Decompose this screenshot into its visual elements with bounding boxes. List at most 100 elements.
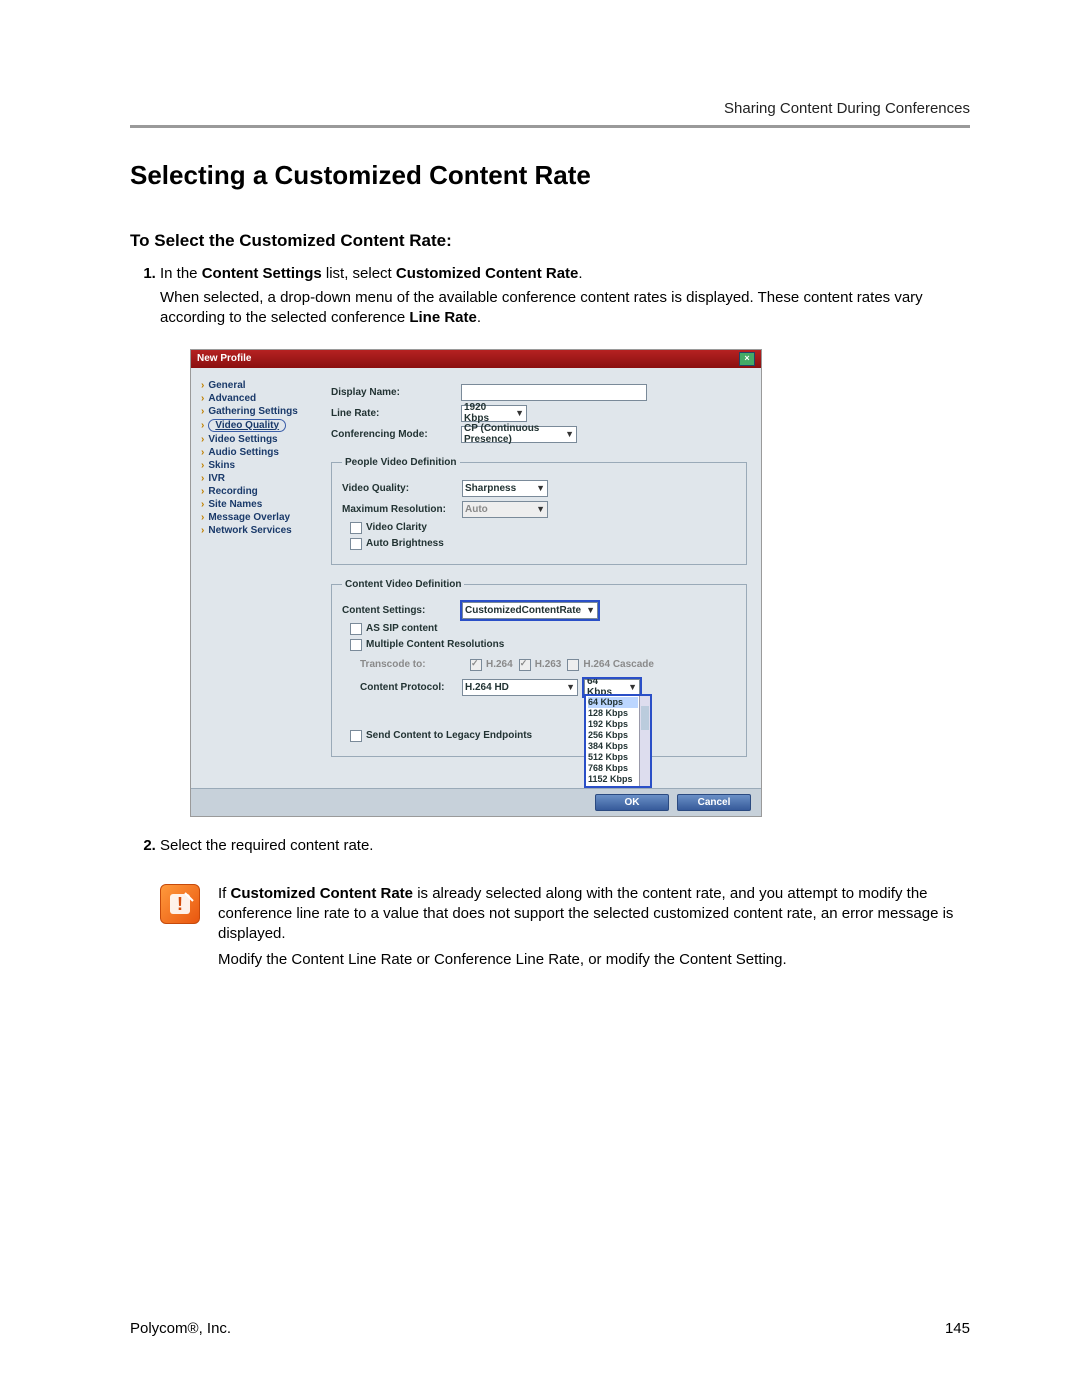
dialog-title: New Profile bbox=[197, 353, 251, 364]
svg-text:!: ! bbox=[177, 894, 183, 914]
footer-page-number: 145 bbox=[945, 1320, 970, 1337]
dialog-footer: OK Cancel bbox=[191, 788, 761, 816]
mcr-checkbox[interactable] bbox=[350, 639, 362, 651]
chevron-down-icon: ▼ bbox=[562, 682, 575, 692]
video-quality-select[interactable]: Sharpness▼ bbox=[462, 480, 548, 497]
dialog-screenshot: New Profile × ›General ›Advanced ›Gather… bbox=[190, 349, 762, 817]
content-protocol-select[interactable]: H.264 HD▼ bbox=[462, 679, 578, 696]
chevron-down-icon: ▼ bbox=[582, 605, 595, 615]
label-content-settings: Content Settings: bbox=[342, 605, 462, 616]
chevron-down-icon: ▼ bbox=[511, 408, 524, 418]
rate-option[interactable]: 128 Kbps bbox=[588, 708, 638, 719]
rate-option[interactable]: 256 Kbps bbox=[588, 730, 638, 741]
header-rule bbox=[130, 125, 970, 128]
label-mcr: Multiple Content Resolutions bbox=[366, 639, 504, 650]
dialog-form: Display Name: Line Rate: 1920 Kbps▼ Conf… bbox=[321, 368, 761, 788]
people-video-group: People Video Definition Video Quality: S… bbox=[331, 457, 747, 565]
max-res-select[interactable]: Auto▼ bbox=[462, 501, 548, 518]
nav-recording[interactable]: ›Recording bbox=[201, 486, 321, 497]
nav-audio-settings[interactable]: ›Audio Settings bbox=[201, 447, 321, 458]
step-1-text: In the Content Settings list, select Cus… bbox=[160, 265, 583, 282]
nav-site-names[interactable]: ›Site Names bbox=[201, 499, 321, 510]
chevron-down-icon: ▼ bbox=[624, 682, 637, 692]
label-auto-brightness: Auto Brightness bbox=[366, 538, 444, 549]
label-as-sip: AS SIP content bbox=[366, 623, 438, 634]
note-text: If Customized Content Rate is already se… bbox=[218, 884, 970, 971]
transcode-cascade-checkbox bbox=[567, 659, 579, 671]
rate-option[interactable]: 512 Kbps bbox=[588, 752, 638, 763]
chevron-right-icon: › bbox=[201, 434, 204, 445]
transcode-h264-checkbox bbox=[470, 659, 482, 671]
rate-option[interactable]: 192 Kbps bbox=[588, 719, 638, 730]
label-transcode: Transcode to: bbox=[360, 659, 462, 670]
steps-list: In the Content Settings list, select Cus… bbox=[130, 265, 970, 854]
chevron-down-icon: ▼ bbox=[561, 429, 574, 439]
note-block: ! If Customized Content Rate is already … bbox=[160, 884, 970, 971]
chevron-down-icon: ▼ bbox=[532, 504, 545, 514]
chevron-right-icon: › bbox=[201, 380, 204, 391]
nav-ivr[interactable]: ›IVR bbox=[201, 473, 321, 484]
chevron-right-icon: › bbox=[201, 447, 204, 458]
chevron-down-icon: ▼ bbox=[532, 483, 545, 493]
chevron-right-icon: › bbox=[201, 499, 204, 510]
content-rate-dropdown-list[interactable]: 64 Kbps 128 Kbps 192 Kbps 256 Kbps 384 K… bbox=[584, 694, 652, 788]
rate-option[interactable]: 768 Kbps bbox=[588, 763, 638, 774]
close-icon[interactable]: × bbox=[739, 352, 755, 366]
chevron-right-icon: › bbox=[201, 473, 204, 484]
chevron-right-icon: › bbox=[201, 512, 204, 523]
conf-mode-select[interactable]: CP (Continuous Presence)▼ bbox=[461, 426, 577, 443]
label-line-rate: Line Rate: bbox=[331, 408, 461, 419]
nav-video-settings[interactable]: ›Video Settings bbox=[201, 434, 321, 445]
video-clarity-checkbox[interactable] bbox=[350, 522, 362, 534]
display-name-input[interactable] bbox=[461, 384, 647, 401]
nav-skins[interactable]: ›Skins bbox=[201, 460, 321, 471]
footer-company: Polycom®, Inc. bbox=[130, 1320, 231, 1337]
page-footer: Polycom®, Inc. 145 bbox=[130, 1320, 970, 1337]
ok-button[interactable]: OK bbox=[595, 794, 669, 811]
heading-2: To Select the Customized Content Rate: bbox=[130, 231, 970, 251]
content-video-group: Content Video Definition Content Setting… bbox=[331, 579, 747, 757]
step-1: In the Content Settings list, select Cus… bbox=[160, 265, 970, 817]
dialog-body: ›General ›Advanced ›Gathering Settings ›… bbox=[191, 368, 761, 788]
nav-message-overlay[interactable]: ›Message Overlay bbox=[201, 512, 321, 523]
label-send-legacy: Send Content to Legacy Endpoints bbox=[366, 730, 532, 741]
dropdown-scrollbar[interactable] bbox=[639, 696, 650, 786]
dialog-nav: ›General ›Advanced ›Gathering Settings ›… bbox=[191, 368, 321, 788]
chevron-right-icon: › bbox=[201, 460, 204, 471]
rate-option[interactable]: 1152 Kbps bbox=[588, 774, 638, 785]
rate-option[interactable]: 64 Kbps bbox=[588, 697, 638, 708]
line-rate-select[interactable]: 1920 Kbps▼ bbox=[461, 405, 527, 422]
label-video-quality: Video Quality: bbox=[342, 483, 462, 494]
nav-advanced[interactable]: ›Advanced bbox=[201, 393, 321, 404]
step-2-text: Select the required content rate. bbox=[160, 837, 373, 854]
people-video-legend: People Video Definition bbox=[342, 457, 460, 468]
label-display-name: Display Name: bbox=[331, 387, 461, 398]
chevron-right-icon: › bbox=[201, 420, 204, 431]
label-conf-mode: Conferencing Mode: bbox=[331, 429, 461, 440]
send-legacy-checkbox[interactable] bbox=[350, 730, 362, 742]
chevron-right-icon: › bbox=[201, 406, 204, 417]
nav-general[interactable]: ›General bbox=[201, 380, 321, 391]
dialog-titlebar: New Profile × bbox=[191, 350, 761, 368]
step-2: Select the required content rate. bbox=[160, 837, 970, 854]
heading-1: Selecting a Customized Content Rate bbox=[130, 160, 970, 191]
warning-icon: ! bbox=[160, 884, 200, 924]
label-video-clarity: Video Clarity bbox=[366, 522, 427, 533]
chevron-right-icon: › bbox=[201, 393, 204, 404]
transcode-h263-checkbox bbox=[519, 659, 531, 671]
content-settings-select[interactable]: CustomizedContentRate▼ bbox=[462, 602, 598, 619]
label-content-protocol: Content Protocol: bbox=[360, 682, 462, 693]
rate-option[interactable]: 384 Kbps bbox=[588, 741, 638, 752]
step-1-paragraph: When selected, a drop-down menu of the a… bbox=[160, 288, 970, 329]
chevron-right-icon: › bbox=[201, 486, 204, 497]
page-header-text: Sharing Content During Conferences bbox=[724, 100, 970, 117]
as-sip-checkbox[interactable] bbox=[350, 623, 362, 635]
auto-brightness-checkbox[interactable] bbox=[350, 538, 362, 550]
cancel-button[interactable]: Cancel bbox=[677, 794, 751, 811]
label-max-res: Maximum Resolution: bbox=[342, 504, 462, 515]
nav-network-services[interactable]: ›Network Services bbox=[201, 525, 321, 536]
scrollbar-thumb[interactable] bbox=[641, 706, 649, 730]
nav-gathering[interactable]: ›Gathering Settings bbox=[201, 406, 321, 417]
page: Sharing Content During Conferences Selec… bbox=[0, 0, 1080, 1397]
nav-video-quality[interactable]: ›Video Quality bbox=[201, 419, 321, 432]
